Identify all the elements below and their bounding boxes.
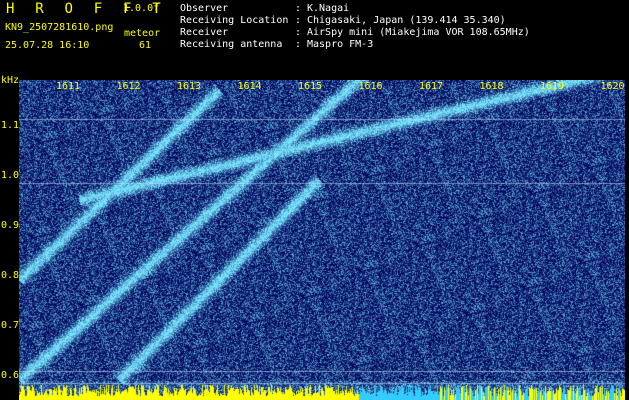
antenna-colon: : (295, 39, 302, 50)
x-tick-label: 1617 (419, 81, 444, 92)
location-colon: : (295, 15, 302, 26)
receiver-label: Receiver (180, 27, 229, 38)
location-label: Receiving Location (180, 15, 289, 26)
mode-label: meteor (124, 28, 161, 39)
y-tick-label: 1.1 (1, 120, 20, 131)
x-tick-label: 1611 (56, 81, 81, 92)
observer-colon: : (295, 3, 302, 14)
x-tick-label: 1615 (298, 81, 323, 92)
datetime-label: 25.07.28 16:10 (5, 40, 90, 51)
location-value: Chigasaki, Japan (139.414 35.340) (307, 15, 506, 26)
x-tick-label: 1618 (479, 81, 504, 92)
spectrogram-canvas (19, 80, 625, 400)
antenna-value: Maspro FM-3 (307, 39, 374, 50)
receiver-value: AirSpy mini (Miakejima VOR 108.65MHz) (307, 27, 530, 38)
x-tick-label: 1616 (358, 81, 383, 92)
x-tick-label: 1614 (237, 81, 262, 92)
y-tick-label: 0.9 (1, 220, 20, 231)
observer-value: K.Nagai (307, 3, 350, 14)
header-panel: H R O F F T 1.0.0f KN9_2507281610.png me… (0, 0, 629, 78)
x-tick-label: 1613 (177, 81, 202, 92)
x-tick-label: 1620 (600, 81, 625, 92)
x-tick-label: 1619 (540, 81, 565, 92)
antenna-label: Receiving antenna (180, 39, 283, 50)
y-tick-label: 0.8 (1, 270, 20, 281)
y-tick-label: 0.7 (1, 320, 20, 331)
receiver-colon: : (295, 27, 302, 38)
y-axis-unit: kHz (1, 75, 20, 86)
observer-label: Observer (180, 3, 229, 14)
count-label: 61 (139, 40, 152, 51)
y-tick-label: 0.6 (1, 370, 20, 381)
x-tick-label: 1612 (116, 81, 141, 92)
filename-label: KN9_2507281610.png (5, 22, 114, 33)
version-label: 1.0.0f (123, 3, 160, 14)
spectrogram-panel (19, 80, 625, 400)
y-tick-label: 1.0 (1, 170, 20, 181)
